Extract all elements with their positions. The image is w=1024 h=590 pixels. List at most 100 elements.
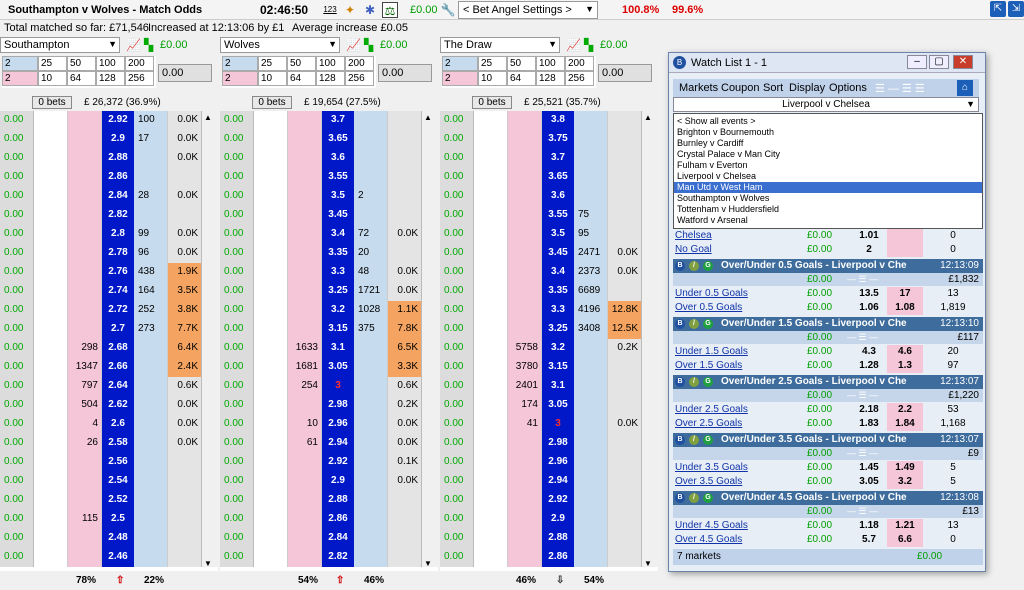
restore-icon[interactable]: ⇱ bbox=[990, 1, 1006, 17]
price-cell[interactable]: 2.72 bbox=[102, 301, 134, 320]
price-cell[interactable]: 3.65 bbox=[322, 130, 354, 149]
back-cell[interactable]: 4 bbox=[68, 415, 102, 434]
event-option[interactable]: < Show all events > bbox=[677, 116, 981, 127]
lay-cell[interactable] bbox=[354, 453, 388, 472]
scrollbar-track[interactable] bbox=[642, 510, 658, 529]
back-cell[interactable] bbox=[68, 282, 102, 301]
toolbar-lines-icon[interactable]: ☰ — ☰ ☰ bbox=[875, 82, 925, 95]
scrollbar-track[interactable] bbox=[642, 263, 658, 282]
stake-input[interactable]: 0.00 bbox=[598, 64, 652, 82]
price-cell[interactable]: 3.35 bbox=[542, 282, 574, 301]
stake-cell[interactable]: 2 bbox=[222, 71, 258, 86]
price-cell[interactable]: 2.66 bbox=[102, 358, 134, 377]
back-cell[interactable] bbox=[288, 320, 322, 339]
scrollbar-track[interactable] bbox=[202, 263, 218, 282]
lay-cell[interactable]: 17 bbox=[134, 130, 168, 149]
numbers-icon[interactable]: 123 bbox=[322, 2, 338, 18]
lay-cell[interactable]: 6689 bbox=[574, 282, 608, 301]
scrollbar-track[interactable] bbox=[422, 453, 438, 472]
scrollbar-track[interactable] bbox=[642, 206, 658, 225]
back-cell[interactable] bbox=[508, 225, 542, 244]
minimize-button[interactable]: – bbox=[907, 55, 927, 69]
lay-cell[interactable] bbox=[574, 130, 608, 149]
stake-cell[interactable]: 64 bbox=[287, 71, 316, 86]
lay-price[interactable]: 1.08 bbox=[887, 301, 923, 315]
price-cell[interactable]: 3.65 bbox=[542, 168, 574, 187]
bet-angel-icon[interactable]: B bbox=[675, 377, 685, 387]
scrollbar-track[interactable] bbox=[422, 491, 438, 510]
price-cell[interactable]: 2.9 bbox=[102, 130, 134, 149]
runner-link[interactable]: Under 4.5 Goals bbox=[675, 519, 748, 533]
lay-cell[interactable]: 96 bbox=[134, 244, 168, 263]
back-cell[interactable] bbox=[288, 529, 322, 548]
stake-cell[interactable]: 50 bbox=[507, 56, 536, 71]
back-price[interactable]: 1.45 bbox=[851, 461, 887, 475]
back-cell[interactable]: 2401 bbox=[508, 377, 542, 396]
price-cell[interactable]: 2.7 bbox=[102, 320, 134, 339]
scrollbar-track[interactable] bbox=[202, 396, 218, 415]
event-option[interactable]: Southampton v Wolves bbox=[677, 193, 981, 204]
price-cell[interactable]: 3.1 bbox=[542, 377, 574, 396]
back-cell[interactable]: 26 bbox=[68, 434, 102, 453]
menu-options[interactable]: Options bbox=[829, 82, 867, 94]
back-cell[interactable] bbox=[508, 548, 542, 567]
scrollbar-track[interactable] bbox=[202, 244, 218, 263]
back-cell[interactable]: 254 bbox=[288, 377, 322, 396]
price-cell[interactable]: 2.96 bbox=[322, 415, 354, 434]
guardian-icon[interactable]: G bbox=[703, 435, 713, 445]
scrollbar-track[interactable] bbox=[422, 358, 438, 377]
selection-select[interactable]: The Draw ▼ bbox=[440, 37, 560, 53]
lay-cell[interactable] bbox=[574, 187, 608, 206]
back-cell[interactable] bbox=[508, 472, 542, 491]
back-cell[interactable] bbox=[288, 244, 322, 263]
price-cell[interactable]: 3.5 bbox=[542, 225, 574, 244]
stake-cell[interactable]: 64 bbox=[507, 71, 536, 86]
guardian-icon[interactable]: G bbox=[703, 319, 713, 329]
back-cell[interactable] bbox=[508, 491, 542, 510]
back-cell[interactable] bbox=[508, 529, 542, 548]
price-cell[interactable]: 2.94 bbox=[542, 472, 574, 491]
price-cell[interactable]: 3.45 bbox=[322, 206, 354, 225]
lay-cell[interactable] bbox=[354, 415, 388, 434]
scrollbar-track[interactable] bbox=[422, 206, 438, 225]
scrollbar-track[interactable] bbox=[202, 339, 218, 358]
runner-link[interactable]: Under 3.5 Goals bbox=[675, 461, 748, 475]
scrollbar-track[interactable] bbox=[642, 168, 658, 187]
price-cell[interactable]: 2.98 bbox=[322, 396, 354, 415]
lay-cell[interactable]: 3408 bbox=[574, 320, 608, 339]
lay-cell[interactable] bbox=[354, 510, 388, 529]
event-select[interactable]: Liverpool v Chelsea ▼ bbox=[673, 97, 979, 112]
back-cell[interactable] bbox=[68, 263, 102, 282]
scrollbar-track[interactable] bbox=[422, 529, 438, 548]
scrollbar-track[interactable] bbox=[642, 396, 658, 415]
back-price[interactable]: 3.05 bbox=[851, 475, 887, 489]
price-cell[interactable]: 3.8 bbox=[542, 111, 574, 130]
runner-link[interactable]: Over 2.5 Goals bbox=[675, 417, 742, 431]
stake-cell[interactable]: 200 bbox=[125, 56, 154, 71]
stake-cell[interactable]: 256 bbox=[125, 71, 154, 86]
scroll-up-icon[interactable]: ▲ bbox=[424, 113, 432, 122]
price-cell[interactable]: 2.86 bbox=[322, 510, 354, 529]
back-price[interactable]: 1.01 bbox=[851, 229, 887, 243]
back-cell[interactable]: 797 bbox=[68, 377, 102, 396]
scrollbar-track[interactable] bbox=[422, 415, 438, 434]
back-cell[interactable] bbox=[68, 111, 102, 130]
stake-cell[interactable]: 50 bbox=[67, 56, 96, 71]
price-cell[interactable]: 2.6 bbox=[102, 415, 134, 434]
back-cell[interactable] bbox=[508, 434, 542, 453]
lay-cell[interactable] bbox=[134, 358, 168, 377]
price-cell[interactable]: 3.5 bbox=[322, 187, 354, 206]
price-cell[interactable]: 3.6 bbox=[542, 187, 574, 206]
lay-cell[interactable]: 252 bbox=[134, 301, 168, 320]
scrollbar-track[interactable] bbox=[202, 320, 218, 339]
scrollbar-track[interactable] bbox=[202, 529, 218, 548]
price-cell[interactable]: 3.15 bbox=[542, 358, 574, 377]
price-cell[interactable]: 2.48 bbox=[102, 529, 134, 548]
scrollbar-track[interactable] bbox=[642, 358, 658, 377]
back-cell[interactable] bbox=[288, 510, 322, 529]
lay-cell[interactable] bbox=[354, 339, 388, 358]
price-cell[interactable]: 2.62 bbox=[102, 396, 134, 415]
stake-cell[interactable]: 200 bbox=[565, 56, 594, 71]
price-cell[interactable]: 3.7 bbox=[542, 149, 574, 168]
lay-cell[interactable] bbox=[134, 491, 168, 510]
